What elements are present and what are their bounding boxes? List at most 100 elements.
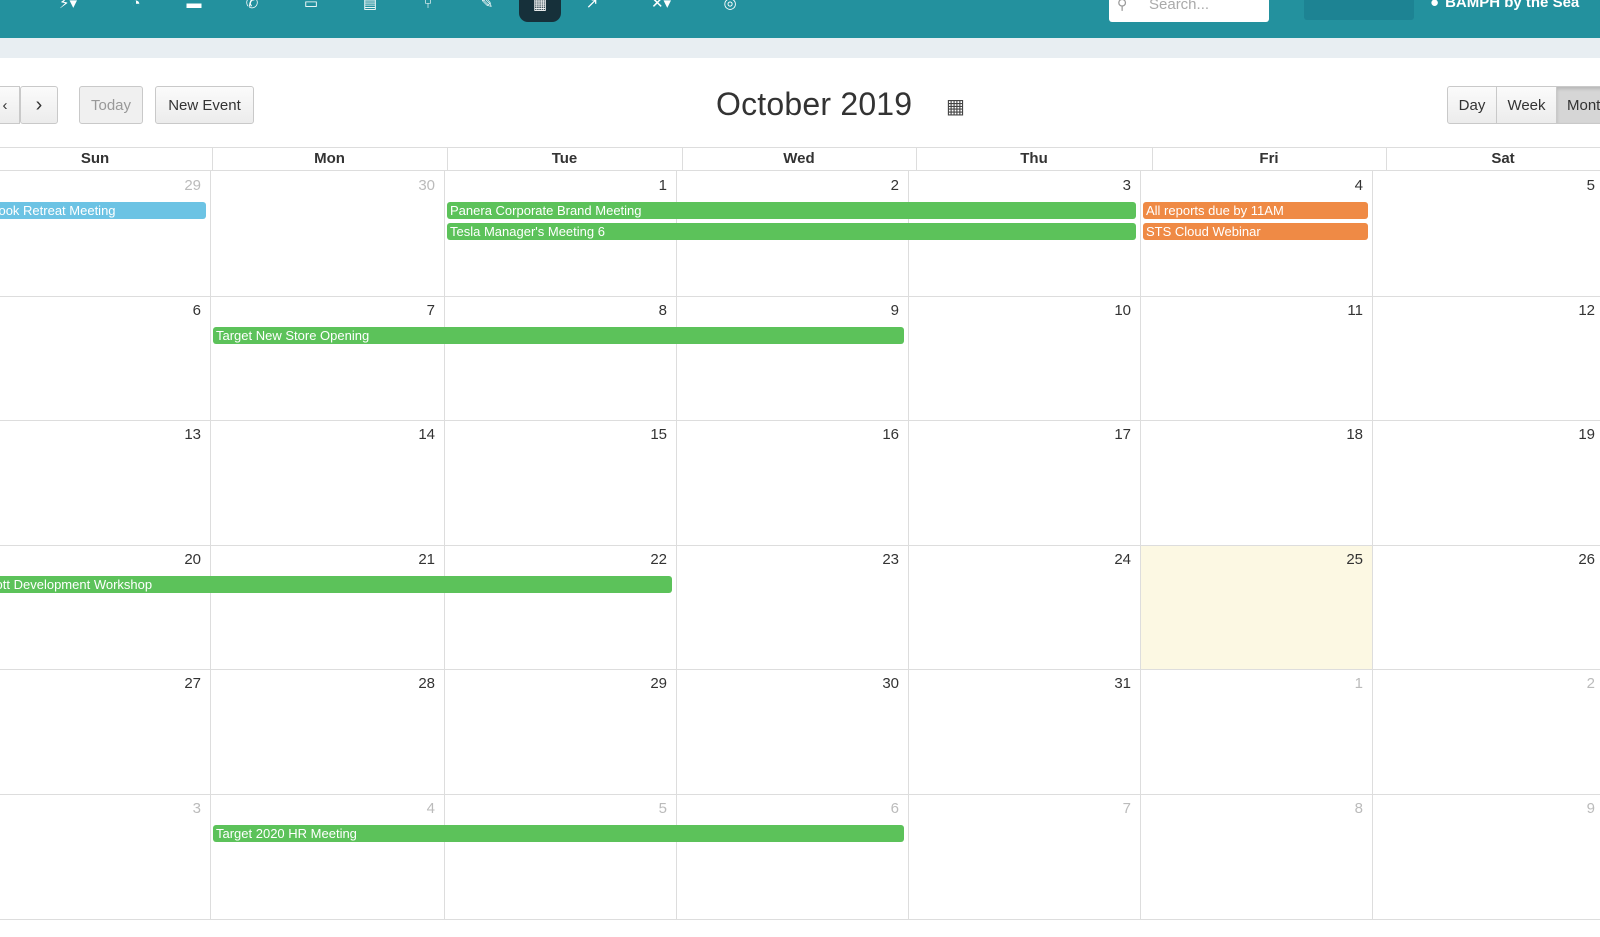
day-number[interactable]: 2 <box>859 177 899 194</box>
header-divider <box>447 148 448 170</box>
weekday-sun: Sun <box>80 150 110 167</box>
day-number[interactable]: 1 <box>1323 675 1363 692</box>
day-number[interactable]: 3 <box>161 800 201 817</box>
weekday-header: Sun Mon Tue Wed Thu Fri Sat <box>0 147 1600 171</box>
view-day-button[interactable]: Day <box>1447 86 1497 124</box>
search-icon: ⚲ <box>1117 0 1128 12</box>
prev-chevron-icon: ‹ <box>2 96 8 114</box>
next-button[interactable]: › <box>20 86 58 124</box>
day-number[interactable]: 8 <box>627 302 667 319</box>
day-number[interactable]: 1 <box>627 177 667 194</box>
top-nav-bar: ⚡▾ ◔ ▬ ✆ ▭ ▤ ⑂ ✎ ▦ ↗ ✕▾ ◎ ⚲ ● BAMPH by th… <box>0 0 1600 38</box>
pencil-icon[interactable]: ✎ <box>475 0 499 14</box>
day-number[interactable]: 17 <box>1091 426 1131 443</box>
grid-row-line <box>0 296 1600 297</box>
day-number[interactable]: 6 <box>859 800 899 817</box>
header-divider <box>1386 148 1387 170</box>
bolt-dropdown-icon[interactable]: ⚡▾ <box>48 0 88 14</box>
calendar-event[interactable]: rriott Development Workshop <box>0 576 672 593</box>
day-number[interactable]: 25 <box>1323 551 1363 568</box>
grid-row-line <box>0 919 1600 920</box>
day-number[interactable]: 30 <box>395 177 435 194</box>
clock-icon[interactable]: ◔ <box>124 0 148 14</box>
grid-row-line <box>0 669 1600 670</box>
weekday-sat: Sat <box>1491 150 1515 167</box>
grid-row-line <box>0 420 1600 421</box>
calendar-picker-icon[interactable]: ▦ <box>946 94 965 119</box>
day-number[interactable]: 31 <box>1091 675 1131 692</box>
cutlery-icon[interactable]: ⑂ <box>416 0 440 14</box>
weekday-wed: Wed <box>783 150 815 167</box>
day-number[interactable]: 29 <box>627 675 667 692</box>
weekday-thu: Thu <box>1020 150 1048 167</box>
day-number[interactable]: 4 <box>395 800 435 817</box>
day-number[interactable]: 16 <box>859 426 899 443</box>
calendar-event[interactable]: STS Cloud Webinar <box>1143 223 1368 240</box>
day-number[interactable]: 30 <box>859 675 899 692</box>
day-number[interactable]: 8 <box>1323 800 1363 817</box>
day-number[interactable]: 22 <box>627 551 667 568</box>
day-number[interactable]: 7 <box>395 302 435 319</box>
day-number[interactable]: 6 <box>161 302 201 319</box>
inbox-icon[interactable]: ▭ <box>299 0 323 14</box>
grid-row-line <box>0 794 1600 795</box>
calendar-event[interactable]: Target 2020 HR Meeting <box>213 825 904 842</box>
user-name: BAMPH by the Sea <box>1445 0 1580 11</box>
weekday-tue: Tue <box>551 150 578 167</box>
search-box[interactable]: ⚲ <box>1109 0 1269 22</box>
day-number[interactable]: 2 <box>1555 675 1595 692</box>
day-number[interactable]: 27 <box>161 675 201 692</box>
day-number[interactable]: 7 <box>1091 800 1131 817</box>
day-number[interactable]: 18 <box>1323 426 1363 443</box>
new-event-label: New Event <box>168 96 241 114</box>
day-number[interactable]: 13 <box>161 426 201 443</box>
view-week-button[interactable]: Week <box>1496 86 1557 124</box>
prev-button[interactable]: ‹ <box>0 86 20 124</box>
calendar-event[interactable]: Tesla Manager's Meeting 6 <box>447 223 1136 240</box>
user-menu[interactable]: ● BAMPH by the Sea <box>1430 0 1579 11</box>
day-number[interactable]: 4 <box>1323 177 1363 194</box>
calendar-title: October 2019 <box>716 86 913 122</box>
building-icon[interactable]: ▤ <box>358 0 382 14</box>
day-number[interactable]: 12 <box>1555 302 1595 319</box>
phone-icon[interactable]: ✆ <box>240 0 264 14</box>
day-number[interactable]: 24 <box>1091 551 1131 568</box>
today-label: Today <box>90 96 132 114</box>
weekday-fri: Fri <box>1259 150 1279 167</box>
day-number[interactable]: 5 <box>627 800 667 817</box>
day-number[interactable]: 9 <box>859 302 899 319</box>
day-number[interactable]: 15 <box>627 426 667 443</box>
calendar-event[interactable]: Target New Store Opening <box>213 327 904 344</box>
day-number[interactable]: 11 <box>1323 302 1363 319</box>
weekday-mon: Mon <box>314 150 345 167</box>
header-divider <box>916 148 917 170</box>
day-number[interactable]: 26 <box>1555 551 1595 568</box>
day-number[interactable]: 23 <box>859 551 899 568</box>
new-event-button[interactable]: New Event <box>155 86 254 124</box>
day-number[interactable]: 20 <box>161 551 201 568</box>
view-month-label: Month <box>1567 96 1600 114</box>
chart-icon[interactable]: ↗ <box>580 0 604 14</box>
tools-dropdown-icon[interactable]: ✕▾ <box>641 0 681 14</box>
nav-button-blank[interactable] <box>1304 0 1414 20</box>
view-month-button[interactable]: Month <box>1556 86 1600 124</box>
calendar-event[interactable]: ebook Retreat Meeting <box>0 202 206 219</box>
header-divider <box>212 148 213 170</box>
day-number[interactable]: 29 <box>161 177 201 194</box>
day-number[interactable]: 19 <box>1555 426 1595 443</box>
day-number[interactable]: 10 <box>1091 302 1131 319</box>
today-button[interactable]: Today <box>79 86 143 124</box>
square-icon[interactable]: ▬ <box>182 0 206 14</box>
next-chevron-icon: › <box>35 93 43 116</box>
calendar-event[interactable]: Panera Corporate Brand Meeting <box>447 202 1136 219</box>
globe-icon[interactable]: ◎ <box>718 0 742 14</box>
day-number[interactable]: 14 <box>395 426 435 443</box>
calendar-event[interactable]: All reports due by 11AM <box>1143 202 1368 219</box>
search-input[interactable] <box>1149 0 1259 14</box>
day-number[interactable]: 5 <box>1555 177 1595 194</box>
day-number[interactable]: 28 <box>395 675 435 692</box>
day-number[interactable]: 21 <box>395 551 435 568</box>
day-number[interactable]: 3 <box>1091 177 1131 194</box>
calendar-grid-icon[interactable]: ▦ <box>519 0 561 22</box>
day-number[interactable]: 9 <box>1555 800 1595 817</box>
